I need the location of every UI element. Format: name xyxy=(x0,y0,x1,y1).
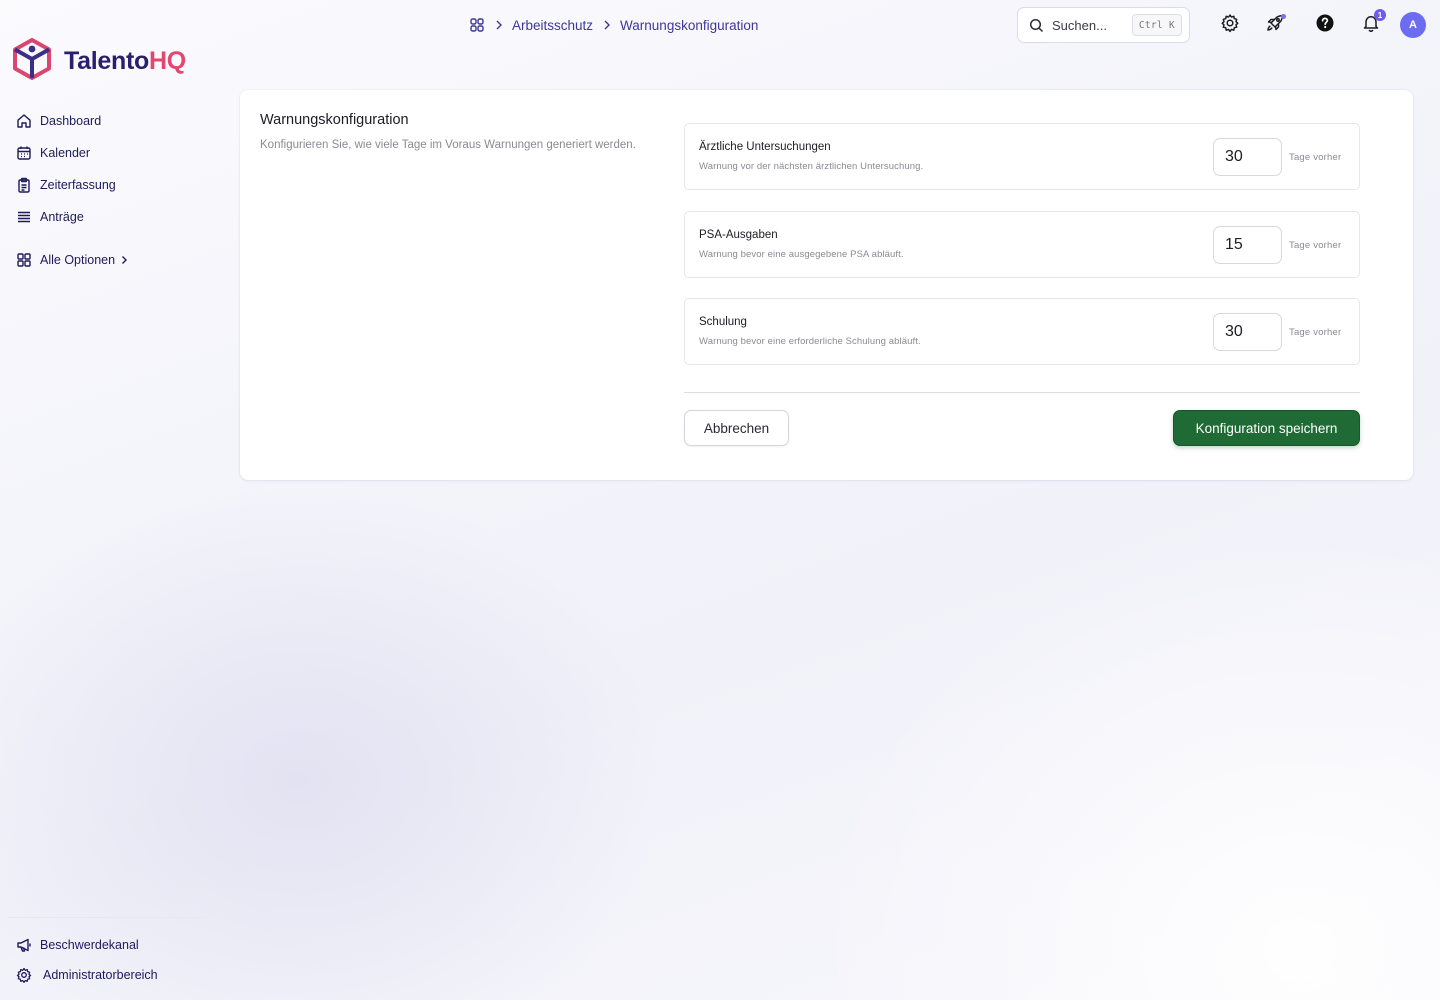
sidebar-item-alle-optionen[interactable]: Alle Optionen xyxy=(0,249,220,271)
days-before-input[interactable] xyxy=(1213,138,1282,176)
setting-aerztliche-untersuchungen: Ärztliche Untersuchungen Warnung vor der… xyxy=(684,123,1360,190)
notification-count-badge: 1 xyxy=(1374,9,1386,21)
sidebar-nav: Dashboard Kalender Zeiterfassung Anträge… xyxy=(0,110,220,281)
calendar-icon xyxy=(16,145,32,161)
search-input[interactable]: Suchen... Ctrl K xyxy=(1017,7,1190,43)
sidebar-item-label: Dashboard xyxy=(40,114,102,128)
page-description: Konfigurieren Sie, wie viele Tage im Vor… xyxy=(260,139,636,151)
chevron-right-icon xyxy=(495,20,503,30)
setting-unit: Tage vorher xyxy=(1289,240,1342,251)
cube-logo-icon xyxy=(12,37,52,85)
days-before-input[interactable] xyxy=(1213,313,1282,351)
sidebar-item-label: Alle Optionen xyxy=(40,253,116,267)
grid-icon xyxy=(16,252,32,268)
stack-icon xyxy=(16,209,32,225)
days-before-input[interactable] xyxy=(1213,226,1282,264)
setting-unit: Tage vorher xyxy=(1289,327,1342,338)
gear-icon xyxy=(16,967,32,983)
sidebar-bottom-nav: Beschwerdekanal Administratorbereich xyxy=(0,934,220,994)
setting-psa-ausgaben: PSA-Ausgaben Warnung bevor eine ausgegeb… xyxy=(684,211,1360,278)
cancel-button[interactable]: Abbrechen xyxy=(684,410,789,446)
whats-new-button[interactable] xyxy=(1264,14,1286,36)
breadcrumb: Arbeitsschutz Warnungskonfiguration xyxy=(469,14,758,36)
sidebar-item-label: Anträge xyxy=(40,210,84,224)
setting-title: PSA-Ausgaben xyxy=(699,229,778,241)
breadcrumb-arbeitsschutz[interactable]: Arbeitsschutz xyxy=(512,18,593,33)
sidebar-divider xyxy=(8,917,204,918)
setting-title: Schulung xyxy=(699,316,747,328)
form-divider xyxy=(684,392,1360,393)
breadcrumb-warnungskonfiguration[interactable]: Warnungskonfiguration xyxy=(620,18,758,33)
sidebar-item-zeiterfassung[interactable]: Zeiterfassung xyxy=(0,174,220,196)
warning-config-card: Warnungskonfiguration Konfigurieren Sie,… xyxy=(240,90,1413,480)
setting-description: Warnung bevor eine erforderliche Schulun… xyxy=(699,336,921,347)
megaphone-icon xyxy=(16,937,32,953)
setting-title: Ärztliche Untersuchungen xyxy=(699,141,831,153)
help-button[interactable] xyxy=(1314,14,1336,36)
brand-name: TalentoHQ xyxy=(64,46,186,75)
sidebar-item-label: Zeiterfassung xyxy=(40,178,116,192)
save-configuration-button[interactable]: Konfiguration speichern xyxy=(1173,410,1360,446)
sidebar: TalentoHQ Dashboard Kalender Zeiterfassu… xyxy=(0,0,220,1000)
setting-schulung: Schulung Warnung bevor eine erforderlich… xyxy=(684,298,1360,365)
setting-description: Warnung vor der nächsten ärztlichen Unte… xyxy=(699,161,924,172)
sidebar-item-label: Kalender xyxy=(40,146,91,160)
clipboard-icon xyxy=(16,177,32,193)
search-shortcut: Ctrl K xyxy=(1131,14,1182,36)
sidebar-item-label: Administratorbereich xyxy=(43,968,158,982)
chevron-right-icon xyxy=(603,20,611,30)
grid-icon[interactable] xyxy=(469,17,485,33)
sidebar-item-administratorbereich[interactable]: Administratorbereich xyxy=(0,964,220,986)
page-title: Warnungskonfiguration xyxy=(260,112,409,128)
settings-button[interactable] xyxy=(1219,13,1241,38)
sidebar-item-dashboard[interactable]: Dashboard xyxy=(0,110,220,132)
chevron-right-icon xyxy=(119,255,129,265)
new-indicator-dot xyxy=(1281,14,1286,19)
brand-logo[interactable]: TalentoHQ xyxy=(12,37,186,85)
notifications-button[interactable]: 1 xyxy=(1360,9,1386,36)
setting-unit: Tage vorher xyxy=(1289,152,1342,163)
sidebar-item-beschwerdekanal[interactable]: Beschwerdekanal xyxy=(0,934,220,956)
sidebar-item-kalender[interactable]: Kalender xyxy=(0,142,220,164)
home-icon xyxy=(16,113,32,129)
gear-icon xyxy=(1220,13,1240,38)
setting-description: Warnung bevor eine ausgegebene PSA abläu… xyxy=(699,249,904,260)
sidebar-item-antraege[interactable]: Anträge xyxy=(0,206,220,228)
search-placeholder: Suchen... xyxy=(1052,17,1107,33)
search-icon xyxy=(1029,18,1044,33)
help-icon xyxy=(1315,13,1335,38)
user-avatar[interactable]: A xyxy=(1400,12,1426,38)
sidebar-item-label: Beschwerdekanal xyxy=(40,938,139,952)
